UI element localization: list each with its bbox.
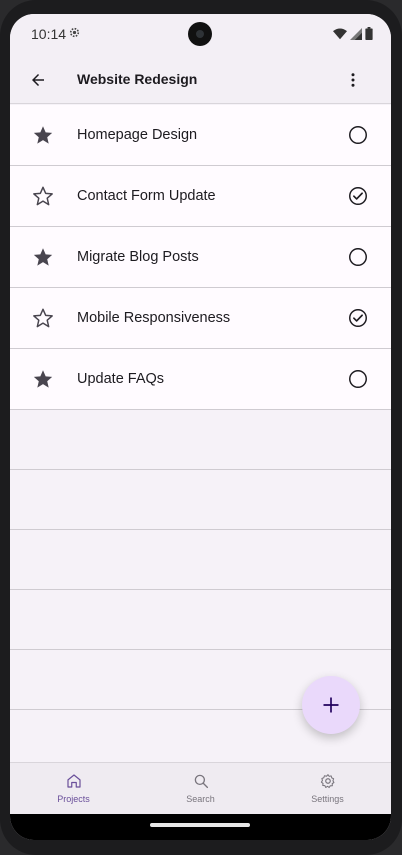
favorite-toggle[interactable] (32, 124, 54, 146)
add-task-button[interactable] (302, 676, 360, 734)
nav-item-search[interactable]: Search (137, 763, 264, 815)
task-row[interactable]: Update FAQs (10, 349, 391, 410)
back-button[interactable] (24, 66, 52, 94)
circle-outline-icon (349, 370, 367, 388)
status-bar: 10:14 (10, 14, 391, 56)
more-options-button[interactable] (339, 66, 367, 94)
task-row[interactable]: Mobile Responsiveness (10, 288, 391, 349)
signal-icon (350, 27, 362, 40)
nav-label: Projects (57, 794, 90, 804)
check-circle-icon (349, 187, 367, 205)
task-complete-toggle[interactable] (347, 368, 369, 390)
task-row[interactable]: Contact Form Update (10, 166, 391, 227)
empty-row (10, 410, 391, 470)
task-complete-toggle[interactable] (347, 307, 369, 329)
favorite-toggle[interactable] (32, 185, 54, 207)
star-filled-icon (33, 126, 53, 144)
more-vert-icon (351, 73, 355, 87)
circle-outline-icon (349, 248, 367, 266)
task-row[interactable]: Migrate Blog Posts (10, 227, 391, 288)
empty-row (10, 470, 391, 530)
home-gesture-bar[interactable] (150, 823, 250, 827)
star-outline-icon (33, 186, 53, 206)
task-list: Homepage Design Contact Form Update Migrat… (10, 105, 391, 410)
nav-label: Search (186, 794, 215, 804)
task-complete-toggle[interactable] (347, 124, 369, 146)
task-label: Homepage Design (77, 127, 198, 143)
star-filled-icon (33, 248, 53, 266)
star-outline-icon (33, 308, 53, 328)
task-row[interactable]: Homepage Design (10, 105, 391, 166)
favorite-toggle[interactable] (32, 246, 54, 268)
settings-notification-icon (69, 27, 80, 38)
app-bar: Website Redesign (10, 56, 391, 104)
battery-icon (365, 27, 373, 40)
screen: 10:14 Website Redesign Homepage Design C… (10, 14, 391, 840)
status-icons (333, 27, 373, 40)
nav-label: Settings (311, 794, 344, 804)
task-label: Migrate Blog Posts (77, 249, 199, 265)
home-icon (66, 774, 81, 788)
wifi-icon (333, 27, 347, 39)
empty-list-area (10, 410, 391, 710)
phone-frame: 10:14 Website Redesign Homepage Design C… (0, 0, 402, 855)
empty-row (10, 530, 391, 590)
circle-outline-icon (349, 126, 367, 144)
nav-item-settings[interactable]: Settings (264, 763, 391, 815)
bottom-navigation: Projects Search Settings (10, 762, 391, 814)
nav-item-projects[interactable]: Projects (10, 763, 137, 815)
gear-icon (320, 774, 334, 789)
task-label: Update FAQs (77, 371, 165, 387)
task-label: Contact Form Update (77, 188, 216, 204)
front-camera (188, 22, 212, 46)
page-title: Website Redesign (77, 71, 198, 87)
status-time: 10:14 (31, 26, 67, 42)
check-circle-icon (349, 309, 367, 327)
empty-row (10, 590, 391, 650)
arrow-back-icon (32, 74, 44, 86)
favorite-toggle[interactable] (32, 368, 54, 390)
plus-icon (323, 697, 339, 713)
favorite-toggle[interactable] (32, 307, 54, 329)
task-label: Mobile Responsiveness (77, 310, 231, 326)
search-icon (194, 774, 208, 789)
star-filled-icon (33, 370, 53, 388)
gesture-area (10, 814, 391, 840)
task-complete-toggle[interactable] (347, 246, 369, 268)
task-complete-toggle[interactable] (347, 185, 369, 207)
